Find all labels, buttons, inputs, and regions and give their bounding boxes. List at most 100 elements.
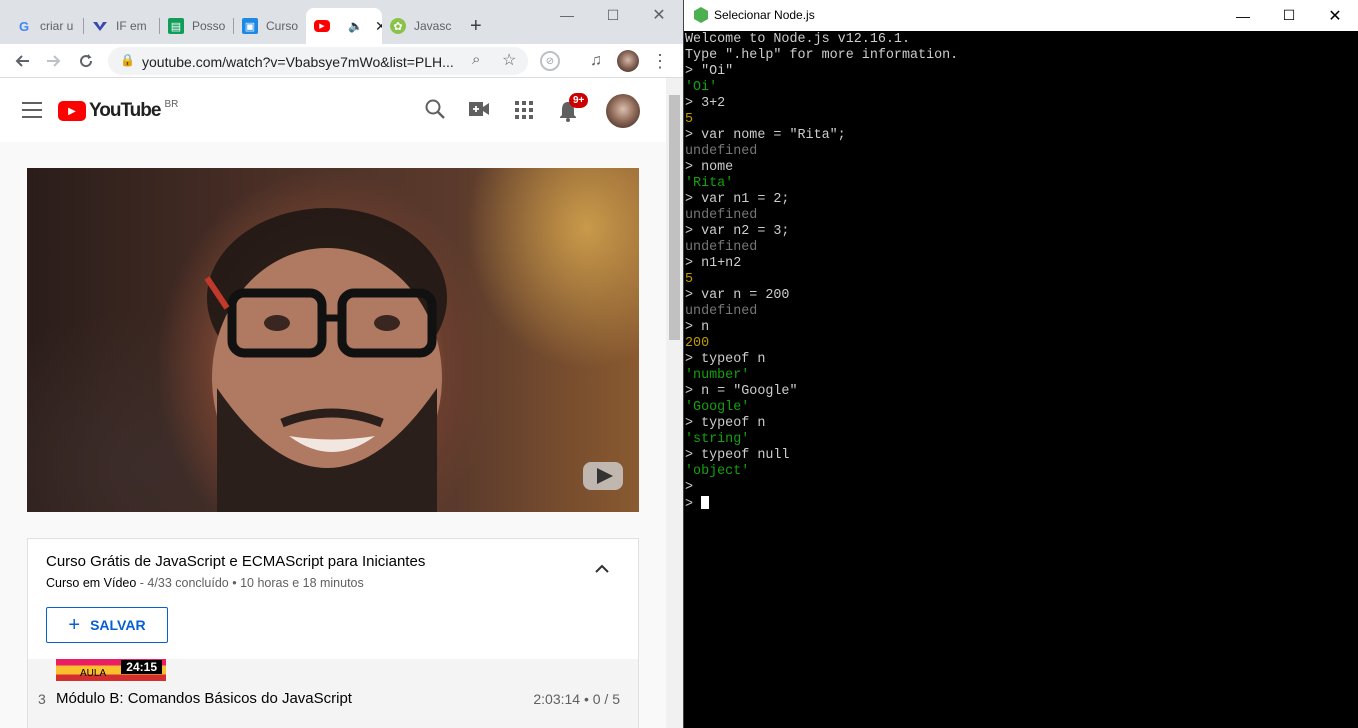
- tab-label: Posso: [192, 19, 226, 33]
- lock-icon[interactable]: 🔒: [120, 53, 135, 67]
- youtube-logo-text: YouTube: [89, 100, 161, 121]
- console-close-button[interactable]: ✕: [1312, 0, 1358, 31]
- section-index: 3: [38, 691, 46, 707]
- console-title-bar: Selecionar Node.js — ☐ ✕: [684, 0, 1358, 31]
- create-video-icon[interactable]: [468, 100, 490, 123]
- console-line: > "Oi": [685, 64, 734, 79]
- console-line: undefined: [685, 304, 758, 319]
- reload-icon[interactable]: [74, 49, 98, 73]
- playlist-title[interactable]: Curso Grátis de JavaScript e ECMAScript …: [46, 553, 425, 570]
- console-line: 'Google': [685, 400, 750, 415]
- console-minimize-button[interactable]: —: [1220, 0, 1266, 31]
- speaker-icon[interactable]: 🔈: [348, 19, 363, 33]
- console-scrollbar[interactable]: [1341, 31, 1358, 728]
- tab-strip: G criar u IF em ▤ Posso ▣ Curso ▶ 🔈 ✕ ✿: [0, 0, 683, 44]
- forward-icon[interactable]: [42, 49, 66, 73]
- tab-label: criar u: [40, 19, 74, 33]
- console-line: 'object': [685, 464, 750, 479]
- notification-badge: 9+: [569, 93, 589, 108]
- youtube-header: ▶ YouTube BR 9+: [0, 78, 666, 142]
- zoom-icon[interactable]: ⌕: [472, 51, 480, 68]
- profile-avatar[interactable]: [616, 49, 640, 73]
- classroom-icon: ▣: [242, 18, 258, 34]
- scrollbar-thumb[interactable]: [669, 95, 680, 340]
- console-line: > typeof null: [685, 448, 790, 463]
- media-control-icon[interactable]: ♫: [584, 49, 608, 73]
- video-player[interactable]: [27, 168, 639, 512]
- console-line: > var n2 = 3;: [685, 224, 790, 239]
- save-label: SALVAR: [90, 617, 146, 633]
- collapse-chevron-icon[interactable]: [594, 561, 610, 579]
- console-line: 'Oi': [685, 80, 718, 95]
- console-output[interactable]: Welcome to Node.js v12.16.1. Type ".help"…: [685, 32, 1340, 513]
- apps-grid-icon[interactable]: [514, 100, 534, 125]
- tab-javascript[interactable]: ✿ Javasc: [382, 8, 458, 44]
- browser-window: G criar u IF em ▤ Posso ▣ Curso ▶ 🔈 ✕ ✿: [0, 0, 683, 728]
- console-line: Type ".help" for more information.: [685, 48, 959, 63]
- search-icon[interactable]: [424, 98, 446, 126]
- video-frame-image: [204, 208, 623, 512]
- bookmark-star-icon[interactable]: ☆: [502, 50, 516, 70]
- url-text: youtube.com/watch?v=Vbabsye7mWo&list=PLH…: [142, 54, 454, 70]
- tab-youtube[interactable]: ▶ 🔈 ✕: [306, 8, 382, 44]
- console-line: undefined: [685, 240, 758, 255]
- save-playlist-button[interactable]: + SALVAR: [46, 607, 168, 643]
- tab-google[interactable]: G criar u: [8, 8, 84, 44]
- console-line: > var n = 200: [685, 288, 790, 303]
- chrome-menu-icon[interactable]: ⋮: [648, 49, 672, 73]
- playlist-meta: Curso em Vídeo - 4/33 concluído • 10 hor…: [46, 576, 364, 590]
- region-code: BR: [164, 98, 179, 110]
- console-line: 5: [685, 272, 694, 287]
- console-maximize-button[interactable]: ☐: [1266, 0, 1312, 31]
- video-duration-badge: 24:15: [121, 660, 162, 674]
- console-line: 'number': [685, 368, 750, 383]
- console-line: > typeof n: [685, 416, 766, 431]
- section-meta: 2:03:14 • 0 / 5: [533, 691, 620, 707]
- console-line: 'string': [685, 432, 750, 447]
- node-console-window: Selecionar Node.js — ☐ ✕ Welcome to Node…: [683, 0, 1358, 728]
- tab-label: IF em: [116, 19, 147, 33]
- youtube-logo[interactable]: ▶ YouTube BR: [58, 98, 179, 122]
- tab-classroom[interactable]: ▣ Curso: [234, 8, 306, 44]
- user-avatar[interactable]: [606, 94, 640, 128]
- new-tab-button[interactable]: +: [462, 8, 498, 44]
- console-line: > var nome = "Rita";: [685, 128, 846, 143]
- console-line: > n: [685, 320, 710, 335]
- playlist-channel[interactable]: Curso em Vídeo: [46, 576, 136, 590]
- console-line: >: [685, 480, 694, 495]
- playlist-section-row[interactable]: 3 Módulo B: Comandos Básicos do JavaScri…: [28, 689, 638, 719]
- playlist-panel: Curso Grátis de JavaScript e ECMAScript …: [27, 538, 639, 728]
- ifpr-icon: [92, 18, 108, 34]
- console-line: Welcome to Node.js v12.16.1.: [685, 32, 910, 47]
- maximize-button[interactable]: ☐: [590, 0, 636, 30]
- text-cursor: [701, 496, 710, 509]
- console-line: > n = "Google": [685, 384, 798, 399]
- youtube-play-logo-icon: ▶: [58, 101, 86, 121]
- sheets-icon: ▤: [168, 18, 184, 34]
- google-icon: G: [18, 18, 30, 34]
- console-line: > var n1 = 2;: [685, 192, 790, 207]
- tab-label: Javasc: [414, 19, 452, 33]
- close-window-button[interactable]: ✕: [636, 0, 682, 30]
- video-thumbnail[interactable]: AULA 24:15: [56, 659, 166, 681]
- address-bar[interactable]: 🔒 youtube.com/watch?v=Vbabsye7mWo&list=P…: [108, 47, 528, 75]
- hamburger-menu-icon[interactable]: [22, 102, 42, 118]
- tab-label: Curso: [266, 19, 299, 33]
- console-line: > typeof n: [685, 352, 766, 367]
- nodejs-icon: [694, 7, 708, 28]
- plus-icon: +: [68, 613, 81, 636]
- thumbnail-text: AULA: [80, 668, 107, 679]
- tab-ifpr[interactable]: IF em: [84, 8, 160, 44]
- playlist-progress: - 4/33 concluído • 10 horas e 18 minutos: [136, 576, 364, 590]
- tab-sheets[interactable]: ▤ Posso: [160, 8, 234, 44]
- close-tab-icon[interactable]: ✕: [375, 18, 382, 35]
- back-icon[interactable]: [10, 49, 34, 73]
- console-line: > n1+n2: [685, 256, 742, 271]
- browser-toolbar: 🔒 youtube.com/watch?v=Vbabsye7mWo&list=P…: [0, 44, 683, 78]
- minimize-button[interactable]: —: [544, 0, 590, 30]
- youtube-page: ▶ YouTube BR 9+ Curso Grátis de JavaScri…: [0, 78, 666, 728]
- console-line: undefined: [685, 208, 758, 223]
- extension-icon[interactable]: ⊘: [538, 49, 562, 73]
- node-icon: ✿: [390, 18, 406, 34]
- console-line: 'Rita': [685, 176, 734, 191]
